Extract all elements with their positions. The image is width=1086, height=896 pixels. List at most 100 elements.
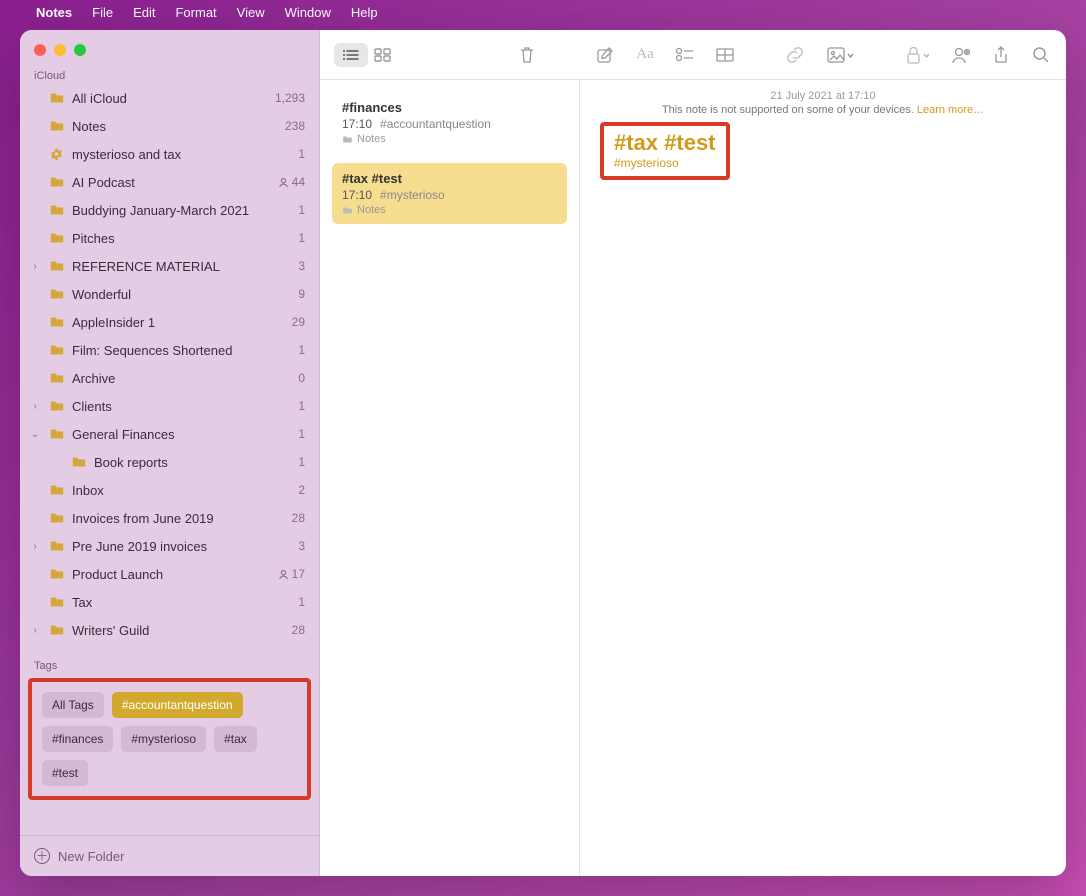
tags-highlight-box: All Tags #accountantquestion #finances #mys…: [28, 678, 311, 800]
tags-list: All Tags #accountantquestion #finances #mys…: [32, 682, 307, 796]
collaborate-icon[interactable]: [950, 44, 972, 66]
folder-count: 0: [298, 371, 305, 385]
sidebar-folder[interactable]: AppleInsider 1 29: [20, 308, 319, 336]
sidebar-folder[interactable]: Film: Sequences Shortened 1: [20, 336, 319, 364]
sidebar-folder[interactable]: Product Launch 17: [20, 560, 319, 588]
folder-count: 17: [278, 567, 305, 581]
close-icon[interactable]: [34, 44, 46, 56]
note-list-item[interactable]: #tax #test 17:10#mysterioso Notes: [332, 163, 567, 224]
sidebar-folder[interactable]: Notes 238: [20, 112, 319, 140]
search-icon[interactable]: [1030, 44, 1052, 66]
folder-count: 9: [298, 287, 305, 301]
new-folder-button[interactable]: ＋ New Folder: [20, 835, 319, 876]
trash-icon[interactable]: [516, 44, 538, 66]
table-icon[interactable]: [714, 44, 736, 66]
folder-name: AI Podcast: [72, 175, 278, 190]
minimize-icon[interactable]: [54, 44, 66, 56]
note-item-title: #tax #test: [342, 171, 557, 186]
folder-count: 1: [298, 231, 305, 245]
folder-name: REFERENCE MATERIAL: [72, 259, 298, 274]
gallery-view-button[interactable]: [372, 44, 394, 66]
list-view-button[interactable]: [334, 43, 368, 67]
tag-pill[interactable]: #accountantquestion: [112, 692, 243, 718]
folder-name: Inbox: [72, 483, 298, 498]
disclosure-icon[interactable]: ›: [28, 401, 42, 412]
note-editor[interactable]: 21 July 2021 at 17:10 This note is not s…: [580, 80, 1066, 876]
note-body-highlight-box: #tax #test #mysterioso: [600, 122, 730, 180]
sidebar-folder[interactable]: Tax 1: [20, 588, 319, 616]
folders-list: All iCloud 1,293 Notes 238 mysterioso an…: [20, 84, 319, 644]
folder-icon: [48, 537, 66, 555]
folder-name: Archive: [72, 371, 298, 386]
menu-view[interactable]: View: [237, 5, 265, 20]
menu-format[interactable]: Format: [175, 5, 216, 20]
sidebar-folder[interactable]: Buddying January-March 2021 1: [20, 196, 319, 224]
sidebar-folder[interactable]: AI Podcast 44: [20, 168, 319, 196]
learn-more-link[interactable]: Learn more…: [917, 104, 984, 116]
menu-help[interactable]: Help: [351, 5, 378, 20]
folder-name: Book reports: [94, 455, 298, 470]
folder-icon: [48, 593, 66, 611]
sidebar-folder[interactable]: ⌄ General Finances 1: [20, 420, 319, 448]
menu-edit[interactable]: Edit: [133, 5, 155, 20]
folder-icon: [48, 509, 66, 527]
note-warning: This note is not supported on some of yo…: [600, 104, 1046, 116]
window-controls: [20, 30, 319, 64]
link-icon[interactable]: [784, 44, 806, 66]
folder-name: Wonderful: [72, 287, 298, 302]
folder-icon: [48, 201, 66, 219]
folder-count: 1: [298, 399, 305, 413]
sidebar-folder[interactable]: Pitches 1: [20, 224, 319, 252]
folder-icon: [48, 257, 66, 275]
plus-circle-icon: ＋: [34, 848, 50, 864]
sidebar-folder[interactable]: › Pre June 2019 invoices 3: [20, 532, 319, 560]
tag-pill[interactable]: All Tags: [42, 692, 104, 718]
note-item-meta: 17:10#accountantquestion: [342, 117, 557, 131]
note-item-folder: Notes: [342, 133, 557, 145]
font-icon[interactable]: Aa: [634, 44, 656, 66]
folder-count: 1: [298, 595, 305, 609]
zoom-icon[interactable]: [74, 44, 86, 56]
folder-count: 2: [298, 483, 305, 497]
folder-name: Tax: [72, 595, 298, 610]
folder-count: 1: [298, 147, 305, 161]
disclosure-icon[interactable]: ›: [28, 261, 42, 272]
checklist-icon[interactable]: [674, 44, 696, 66]
menu-window[interactable]: Window: [285, 5, 331, 20]
disclosure-icon[interactable]: ⌄: [28, 429, 42, 440]
note-list-item[interactable]: #finances 17:10#accountantquestion Notes: [332, 92, 567, 153]
menu-app[interactable]: Notes: [36, 5, 72, 20]
disclosure-icon[interactable]: ›: [28, 625, 42, 636]
compose-icon[interactable]: [594, 44, 616, 66]
folder-count: 238: [285, 119, 305, 133]
lock-menu-button[interactable]: [904, 44, 932, 66]
sidebar-folder[interactable]: Invoices from June 2019 28: [20, 504, 319, 532]
sidebar-folder[interactable]: Book reports 1: [20, 448, 319, 476]
folder-count: 1: [298, 203, 305, 217]
sidebar-folder[interactable]: mysterioso and tax 1: [20, 140, 319, 168]
folder-icon: [48, 369, 66, 387]
folder-name: Writers' Guild: [72, 623, 292, 638]
menubar: Notes File Edit Format View Window Help: [0, 0, 1086, 24]
sidebar-folder[interactable]: All iCloud 1,293: [20, 84, 319, 112]
tag-pill[interactable]: #test: [42, 760, 88, 786]
disclosure-icon[interactable]: ›: [28, 541, 42, 552]
gear-icon: [48, 145, 66, 163]
folder-name: AppleInsider 1: [72, 315, 292, 330]
folder-count: 44: [278, 175, 305, 189]
media-menu-button[interactable]: [824, 44, 856, 66]
sidebar-folder[interactable]: Archive 0: [20, 364, 319, 392]
menu-file[interactable]: File: [92, 5, 113, 20]
tag-pill[interactable]: #finances: [42, 726, 113, 752]
sidebar-folder[interactable]: › Writers' Guild 28: [20, 616, 319, 644]
sidebar-folder[interactable]: Wonderful 9: [20, 280, 319, 308]
folder-icon: [48, 285, 66, 303]
note-item-title: #finances: [342, 100, 557, 115]
share-icon[interactable]: [990, 44, 1012, 66]
tag-pill[interactable]: #tax: [214, 726, 257, 752]
sidebar-folder[interactable]: › REFERENCE MATERIAL 3: [20, 252, 319, 280]
sidebar-folder[interactable]: › Clients 1: [20, 392, 319, 420]
sidebar-folder[interactable]: Inbox 2: [20, 476, 319, 504]
note-date: 21 July 2021 at 17:10: [600, 90, 1046, 102]
tag-pill[interactable]: #mysterioso: [121, 726, 206, 752]
